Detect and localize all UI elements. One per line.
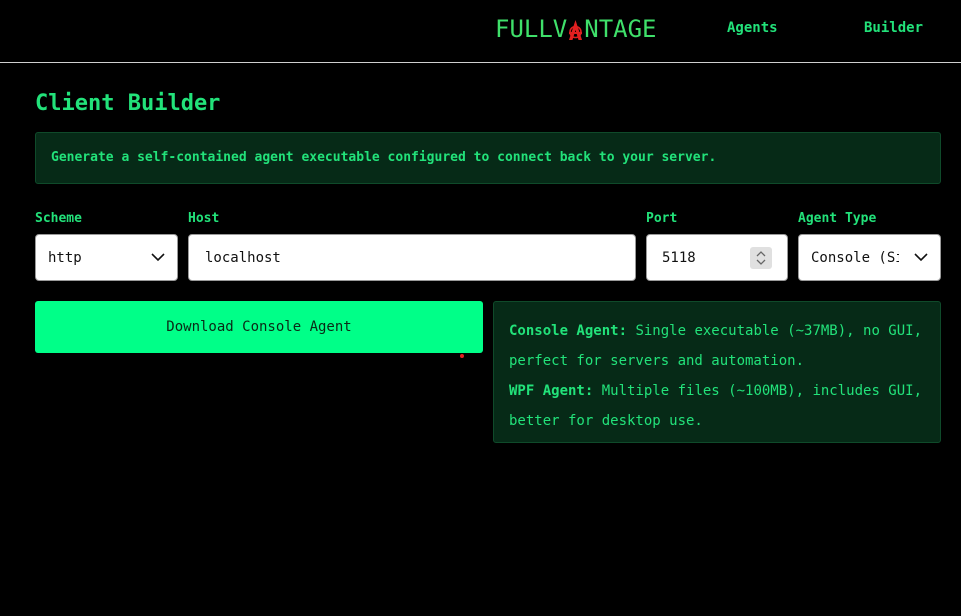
chevron-down-icon [151, 250, 165, 266]
console-agent-info: Console Agent: Single executable (~37MB)… [509, 316, 925, 376]
port-value: 5118 [662, 249, 696, 266]
download-agent-button[interactable]: Download Console Agent [35, 301, 483, 353]
host-input[interactable]: localhost [188, 234, 636, 281]
description-panel: Generate a self-contained agent executab… [35, 132, 941, 184]
chevron-down-icon [914, 250, 928, 266]
download-button-label: Download Console Agent [166, 319, 352, 335]
port-stepper[interactable] [750, 246, 772, 269]
scheme-label: Scheme [35, 211, 82, 226]
console-agent-title: Console Agent: [509, 323, 628, 339]
top-navbar: FULLV NTAGE Agents Builder [0, 0, 961, 63]
scheme-value: http [48, 249, 82, 266]
logo-text-suffix: NTAGE [584, 15, 657, 43]
brand-logo[interactable]: FULLV NTAGE [495, 14, 657, 44]
wpf-agent-info: WPF Agent: Multiple files (~100MB), incl… [509, 376, 925, 436]
page-title: Client Builder [35, 91, 221, 116]
agent-type-select[interactable]: Console (Si [798, 234, 941, 281]
anarchy-a-icon [568, 18, 583, 40]
agent-type-label: Agent Type [798, 211, 877, 226]
host-label: Host [188, 211, 220, 226]
scheme-select[interactable]: http [35, 234, 178, 281]
port-input[interactable]: 5118 [646, 234, 788, 281]
description-text: Generate a self-contained agent executab… [51, 150, 717, 165]
stepper-arrows-icon [756, 250, 766, 265]
agent-type-value: Console (Si [811, 249, 899, 266]
host-value: localhost [205, 249, 281, 266]
port-label: Port [646, 211, 678, 226]
agent-type-info-panel: Console Agent: Single executable (~37MB)… [493, 301, 941, 443]
logo-text-prefix: FULLV [495, 15, 568, 43]
wpf-agent-title: WPF Agent: [509, 383, 594, 399]
cursor-dot [460, 354, 464, 358]
nav-agents-link[interactable]: Agents [727, 20, 778, 36]
nav-builder-link[interactable]: Builder [864, 20, 923, 36]
